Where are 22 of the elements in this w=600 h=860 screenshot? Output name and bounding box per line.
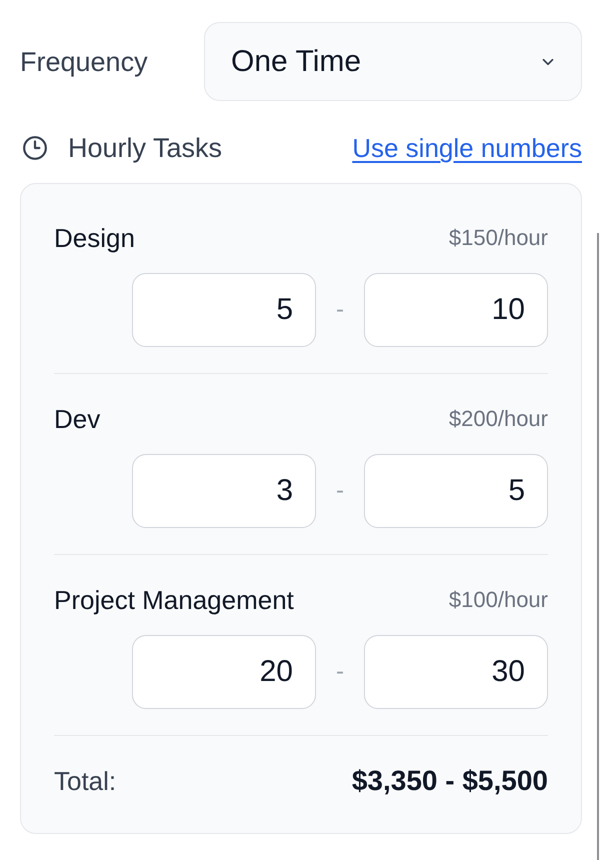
max-hours-field[interactable]: 30 <box>364 635 548 709</box>
use-single-numbers-link[interactable]: Use single numbers <box>352 132 582 164</box>
hourly-rate: $200/hour <box>448 405 548 433</box>
total-label: Total: <box>54 765 116 797</box>
hourly-rate: $150/hour <box>448 224 548 252</box>
task-name: Design <box>54 222 135 254</box>
clock-icon <box>22 135 48 161</box>
range-separator: - <box>335 477 345 505</box>
frequency-select[interactable]: One Time <box>204 22 582 101</box>
min-hours-field[interactable]: 3 <box>132 454 316 528</box>
min-hours-field[interactable]: 5 <box>132 273 316 347</box>
frequency-label: Frequency <box>20 46 149 78</box>
section-title: Hourly Tasks <box>68 132 222 164</box>
range-separator: - <box>335 296 345 324</box>
task-name: Dev <box>54 403 100 435</box>
max-hours-field[interactable]: 10 <box>364 273 548 347</box>
total-amount: $3,350 - $5,500 <box>352 765 548 797</box>
range-separator: - <box>335 658 345 686</box>
hourly-rate: $100/hour <box>448 586 548 614</box>
min-hours-field[interactable]: 20 <box>132 635 316 709</box>
max-hours-field[interactable]: 5 <box>364 454 548 528</box>
task-name: Project Management <box>54 584 294 616</box>
